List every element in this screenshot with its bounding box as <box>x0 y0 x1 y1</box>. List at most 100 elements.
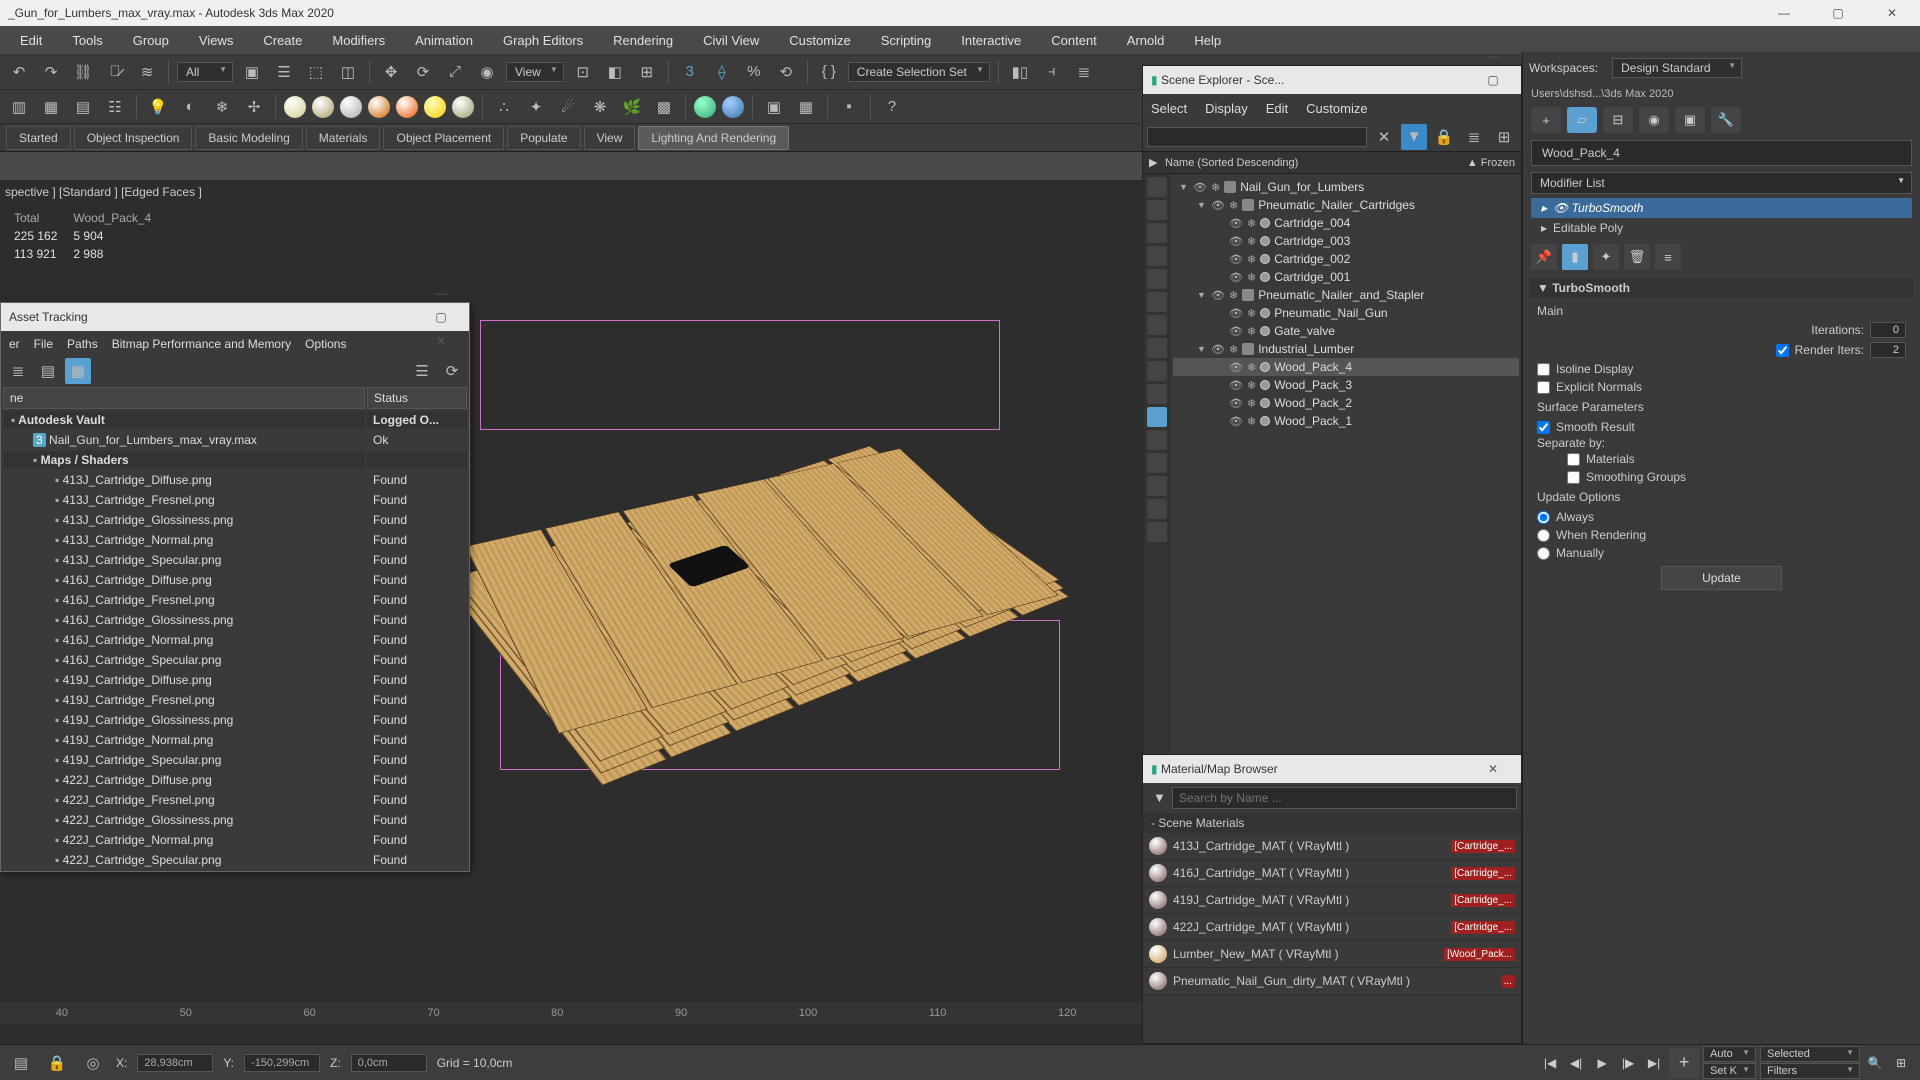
prev-frame-icon[interactable]: ◀| <box>1565 1052 1587 1074</box>
workspace-dropdown[interactable]: Design Standard <box>1612 58 1742 78</box>
placement-icon[interactable]: ◉ <box>474 59 500 85</box>
asset-row[interactable]: ▪ 419J_Cartridge_Normal.pngFound <box>3 731 467 749</box>
select-object-icon[interactable]: ▣ <box>239 59 265 85</box>
mat-ball-icon[interactable] <box>396 96 418 118</box>
key-filter-dropdown[interactable]: Selected <box>1760 1046 1860 1062</box>
workflow-tab[interactable]: Basic Modeling <box>195 126 302 150</box>
asset-menu-item[interactable]: File <box>34 337 53 351</box>
menu-graph-editors[interactable]: Graph Editors <box>489 28 597 53</box>
tree-row[interactable]: 👁❄Pneumatic_Nail_Gun <box>1173 304 1519 322</box>
tree-row[interactable]: ▼👁❄Industrial_Lumber <box>1173 340 1519 358</box>
tree-row[interactable]: 👁❄Wood_Pack_2 <box>1173 394 1519 412</box>
maximize-icon[interactable]: ▢ <box>1818 1 1858 25</box>
create-tab-icon[interactable]: + <box>1531 107 1561 133</box>
asset-tool-icon[interactable]: ▤ <box>35 358 61 384</box>
scene-explorer-titlebar[interactable]: ▮ Scene Explorer - Sce... —▢✕ <box>1143 66 1521 94</box>
asset-row[interactable]: ▪ 419J_Cartridge_Specular.pngFound <box>3 751 467 769</box>
minimize-icon[interactable]: — <box>1764 1 1804 25</box>
explicit-checkbox[interactable] <box>1537 381 1550 394</box>
asset-tool-icon[interactable]: ☰ <box>409 358 435 384</box>
autokey-button[interactable]: Auto <box>1703 1046 1756 1062</box>
filter-btn[interactable] <box>1147 246 1167 266</box>
modify-tab-icon[interactable]: ▱ <box>1567 107 1597 133</box>
clear-search-icon[interactable]: ✕ <box>1371 124 1397 150</box>
workflow-tab[interactable]: Materials <box>306 126 381 150</box>
menu-edit[interactable]: Edit <box>6 28 56 53</box>
st-icon[interactable]: ▤ <box>70 94 96 120</box>
sep-sg-checkbox[interactable] <box>1567 471 1580 484</box>
sort-header[interactable]: Name (Sorted Descending) <box>1165 157 1298 169</box>
help-icon[interactable]: ? <box>879 94 905 120</box>
select-rect-icon[interactable]: ⬚ <box>303 59 329 85</box>
se-menu-item[interactable]: Edit <box>1266 101 1288 116</box>
refresh-icon[interactable]: ⟳ <box>439 358 465 384</box>
configure-icon[interactable]: ≡ <box>1655 244 1681 270</box>
select-name-icon[interactable]: ☰ <box>271 59 297 85</box>
minimize-icon[interactable]: — <box>421 281 461 305</box>
nav-icon[interactable]: ⊞ <box>1890 1052 1912 1074</box>
modifier-item[interactable]: ▸ Editable Poly <box>1531 218 1912 238</box>
filter-btn[interactable] <box>1147 177 1167 197</box>
goto-end-icon[interactable]: ▶| <box>1643 1052 1665 1074</box>
asset-row[interactable]: ▪ 416J_Cartridge_Specular.pngFound <box>3 651 467 669</box>
minimize-icon[interactable]: — <box>1473 44 1513 68</box>
asset-row[interactable]: ▪ 422J_Cartridge_Specular.pngFound <box>3 851 467 869</box>
filter-icon[interactable]: ▼ <box>1401 124 1427 150</box>
goto-start-icon[interactable]: |◀ <box>1539 1052 1561 1074</box>
filter-btn[interactable] <box>1147 407 1167 427</box>
sun-icon[interactable] <box>424 96 446 118</box>
align-icon[interactable]: ⫞ <box>1039 59 1065 85</box>
viewport-label[interactable]: spective ] [Standard ] [Edged Faces ] <box>5 185 202 199</box>
mat-ball-icon[interactable] <box>452 96 474 118</box>
filter-btn[interactable] <box>1147 292 1167 312</box>
nav-icon[interactable]: 🔍 <box>1864 1052 1886 1074</box>
st-icon[interactable]: ❄ <box>209 94 235 120</box>
mat-ball-icon[interactable] <box>722 96 744 118</box>
spinner-snap-icon[interactable]: ⟲ <box>773 59 799 85</box>
play-icon[interactable]: ▶ <box>1591 1052 1613 1074</box>
render-icon[interactable]: ▪ <box>836 94 862 120</box>
workflow-tab[interactable]: View <box>584 126 636 150</box>
view-icon[interactable]: ≣ <box>1461 124 1487 150</box>
tree-row[interactable]: 👁❄Gate_valve <box>1173 322 1519 340</box>
particle-icon[interactable]: ∴ <box>491 94 517 120</box>
selection-filter-dropdown[interactable]: All <box>177 62 233 82</box>
se-menu-item[interactable]: Display <box>1205 101 1248 116</box>
menu-customize[interactable]: Customize <box>775 28 864 53</box>
modifier-list-dropdown[interactable]: Modifier List <box>1531 172 1912 194</box>
pivot-icon[interactable]: ⊡ <box>570 59 596 85</box>
undo-icon[interactable]: ↶ <box>6 59 32 85</box>
asset-row[interactable]: ▪ 416J_Cartridge_Fresnel.pngFound <box>3 591 467 609</box>
render-iters-spinner[interactable]: 2 <box>1870 342 1906 358</box>
filter-btn[interactable] <box>1147 200 1167 220</box>
bind-icon[interactable]: ≋ <box>134 59 160 85</box>
light-icon[interactable]: 💡 <box>145 94 171 120</box>
utilities-tab-icon[interactable]: 🔧 <box>1711 107 1741 133</box>
menu-modifiers[interactable]: Modifiers <box>318 28 399 53</box>
st-icon[interactable]: ✢ <box>241 94 267 120</box>
asset-row[interactable]: ▪ 413J_Cartridge_Diffuse.pngFound <box>3 471 467 489</box>
filter-btn[interactable] <box>1147 499 1167 519</box>
key-filters-button[interactable]: Filters <box>1760 1063 1860 1079</box>
tree-row[interactable]: 👁❄Cartridge_002 <box>1173 250 1519 268</box>
filter-btn[interactable] <box>1147 384 1167 404</box>
tree-row[interactable]: 👁❄Cartridge_004 <box>1173 214 1519 232</box>
menu-tools[interactable]: Tools <box>58 28 116 53</box>
key-mode-icon[interactable]: + <box>1669 1048 1699 1078</box>
material-item[interactable]: 419J_Cartridge_MAT ( VRayMtl )[Cartridge… <box>1143 887 1521 914</box>
mat-ball-icon[interactable] <box>368 96 390 118</box>
isoline-checkbox[interactable] <box>1537 363 1550 376</box>
close-icon[interactable]: ✕ <box>1473 757 1513 781</box>
workflow-tab[interactable]: Object Placement <box>383 126 504 150</box>
workflow-tab[interactable]: Populate <box>507 126 580 150</box>
material-item[interactable]: 413J_Cartridge_MAT ( VRayMtl )[Cartridge… <box>1143 833 1521 860</box>
sep-mat-checkbox[interactable] <box>1567 453 1580 466</box>
pin-icon[interactable]: 📌 <box>1531 244 1557 270</box>
close-icon[interactable]: ✕ <box>421 329 461 353</box>
filter-btn[interactable] <box>1147 430 1167 450</box>
filter-btn[interactable] <box>1147 223 1167 243</box>
move-icon[interactable]: ✥ <box>378 59 404 85</box>
fx-icon[interactable]: ☄ <box>555 94 581 120</box>
material-item[interactable]: Pneumatic_Nail_Gun_dirty_MAT ( VRayMtl )… <box>1143 968 1521 995</box>
mirror-icon[interactable]: ▮▯ <box>1007 59 1033 85</box>
